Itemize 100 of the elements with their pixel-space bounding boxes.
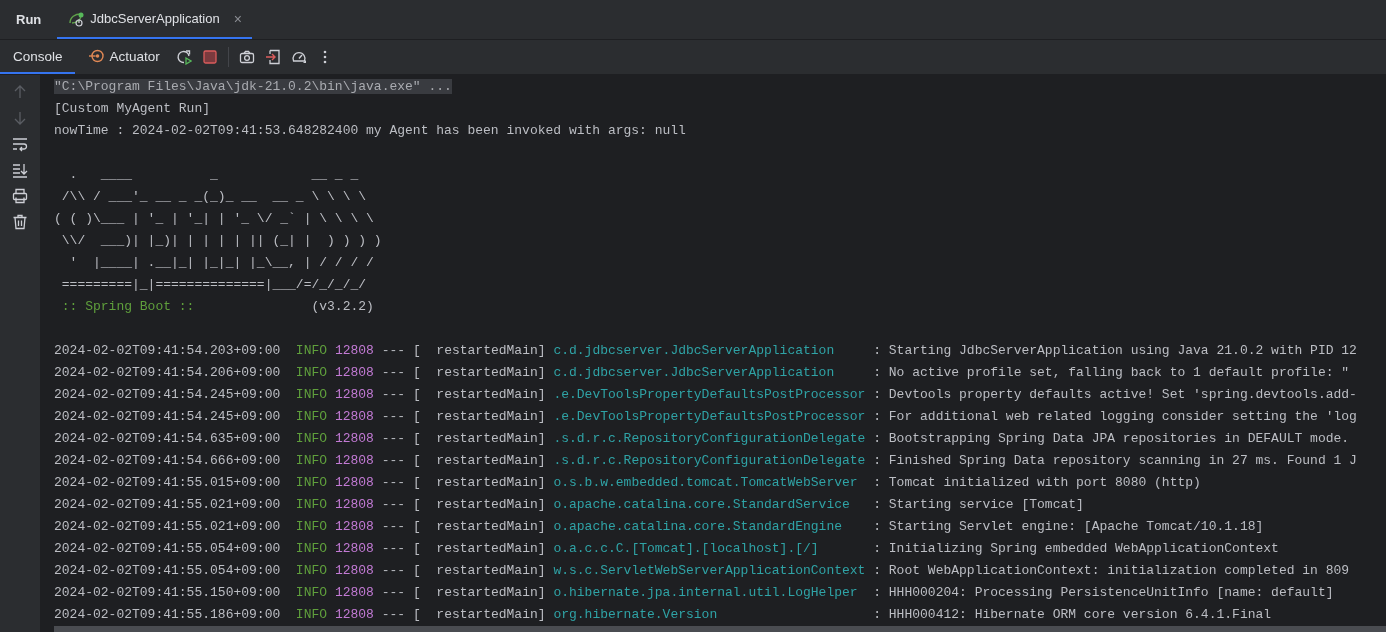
log-separator: ---: [381, 343, 406, 358]
banner-text: . ____ _ __ _ _ /\\ / ___'_ __ _ _(_)_ __ __ _ \ \ \ \ ( ( )\___ | '_ | '_| | '_ \/ _` | \ \ \ \ \\/ ___)| |_)| | | | | || (_| | ) ) ) ) ' |____| .__|_| |_|_| |_\__, | / / / / =========|_|==============|___/=/_/_/_/: [54, 166, 382, 294]
logger-name: .s.d.r.c.RepositoryConfigurationDelegate: [553, 453, 866, 468]
log-message: : For additional web related logging consider setting the 'log: [873, 409, 1357, 424]
log-separator: ---: [381, 585, 406, 600]
thread-name: [ restartedMain]: [412, 607, 546, 622]
logger-name: org.hibernate.Version: [553, 607, 718, 622]
logger-name: o.s.b.w.embedded.tomcat.TomcatWebServer: [553, 475, 858, 490]
log-message: : Starting Servlet engine: [Apache Tomcat/10.1.18]: [873, 519, 1264, 534]
log-separator: ---: [381, 475, 406, 490]
stop-icon[interactable]: [201, 49, 218, 65]
log-separator: ---: [381, 453, 406, 468]
log-message: : HHH000412: Hibernate ORM core version 6.4.1.Final: [873, 607, 1272, 622]
log-level: INFO: [295, 343, 328, 358]
logger-name: c.d.jdbcserver.JdbcServerApplication: [553, 343, 835, 358]
thread-name: [ restartedMain]: [412, 519, 546, 534]
log-level: INFO: [295, 497, 328, 512]
log-level: INFO: [295, 563, 328, 578]
log-message: : No active profile set, falling back to 1 default profile: ": [873, 365, 1350, 380]
process-id: 12808: [334, 519, 374, 534]
process-id: 12808: [334, 343, 374, 358]
log-level: INFO: [295, 475, 328, 490]
log-separator: ---: [381, 607, 406, 622]
log-timestamp: 2024-02-02T09:41:55.054+09:00: [54, 541, 281, 556]
log-timestamp: 2024-02-02T09:41:55.021+09:00: [54, 497, 281, 512]
log-message: : Bootstrapping Spring Data JPA repositories in DEFAULT mode.: [873, 431, 1350, 446]
process-id: 12808: [334, 497, 374, 512]
spring-boot-label: :: Spring Boot ::: [60, 299, 196, 314]
version-label: (v3.2.2): [311, 299, 374, 314]
log-level: INFO: [295, 541, 328, 556]
process-id: 12808: [334, 475, 374, 490]
log-level: INFO: [295, 519, 328, 534]
logger-name: o.apache.catalina.core.StandardService: [553, 497, 850, 512]
log-separator: ---: [381, 563, 406, 578]
trash-icon[interactable]: [12, 214, 28, 230]
logger-name: o.a.c.c.C.[Tomcat].[localhost].[/]: [553, 541, 819, 556]
process-id: 12808: [334, 563, 374, 578]
thread-name: [ restartedMain]: [412, 409, 546, 424]
log-timestamp: 2024-02-02T09:41:54.245+09:00: [54, 409, 281, 424]
exit-icon[interactable]: [264, 49, 281, 65]
leaf-icon: [68, 10, 85, 27]
thread-name: [ restartedMain]: [412, 431, 546, 446]
rerun-icon[interactable]: [175, 49, 192, 65]
log-timestamp: 2024-02-02T09:41:54.635+09:00: [54, 431, 281, 446]
log-timestamp: 2024-02-02T09:41:54.666+09:00: [54, 453, 281, 468]
log-level: INFO: [295, 409, 328, 424]
log-separator: ---: [381, 409, 406, 424]
console-output-line: nowTime : 2024-02-02T09:41:53.648282400 my Agent has been invoked with args: null: [54, 123, 686, 138]
process-id: 12808: [334, 409, 374, 424]
log-separator: ---: [381, 497, 406, 512]
tool-window-title: Run: [16, 12, 42, 27]
log-separator: ---: [381, 365, 406, 380]
logger-name: .e.DevToolsPropertyDefaultsPostProcessor: [553, 387, 866, 402]
thread-name: [ restartedMain]: [412, 387, 546, 402]
log-timestamp: 2024-02-02T09:41:55.054+09:00: [54, 563, 281, 578]
logger-name: .s.d.r.c.RepositoryConfigurationDelegate: [553, 431, 866, 446]
console-tab[interactable]: Actuator: [74, 40, 172, 74]
log-level: INFO: [295, 387, 328, 402]
log-message: : Tomcat initialized with port 8080 (http): [873, 475, 1201, 490]
process-id: 12808: [334, 585, 374, 600]
console-output-line: [Custom MyAgent Run]: [54, 101, 211, 116]
gauge-icon[interactable]: [290, 49, 307, 65]
log-level: INFO: [295, 607, 328, 622]
camera-icon[interactable]: [238, 49, 255, 65]
thread-name: [ restartedMain]: [412, 563, 546, 578]
log-level: INFO: [295, 365, 328, 380]
log-timestamp: 2024-02-02T09:41:54.203+09:00: [54, 343, 281, 358]
logger-name: w.s.c.ServletWebServerApplicationContext: [553, 563, 866, 578]
log-separator: ---: [381, 519, 406, 534]
log-timestamp: 2024-02-02T09:41:55.015+09:00: [54, 475, 281, 490]
log-timestamp: 2024-02-02T09:41:55.021+09:00: [54, 519, 281, 534]
thread-name: [ restartedMain]: [412, 343, 546, 358]
log-timestamp: 2024-02-02T09:41:55.186+09:00: [54, 607, 281, 622]
process-id: 12808: [334, 365, 374, 380]
process-id: 12808: [334, 607, 374, 622]
log-separator: ---: [381, 431, 406, 446]
target-icon: [87, 48, 104, 64]
scroll-to-end-icon[interactable]: [12, 162, 28, 178]
horizontal-scrollbar[interactable]: [54, 626, 1386, 632]
close-icon[interactable]: ×: [233, 10, 242, 27]
logger-name: .e.DevToolsPropertyDefaultsPostProcessor: [553, 409, 866, 424]
thread-name: [ restartedMain]: [412, 497, 546, 512]
soft-wrap-icon[interactable]: [12, 136, 28, 152]
log-level: INFO: [295, 453, 328, 468]
log-message: : Starting JdbcServerApplication using Java 21.0.2 with PID 12: [873, 343, 1357, 358]
log-message: : Devtools property defaults active! Set 'spring.devtools.add-: [873, 387, 1357, 402]
process-id: 12808: [334, 387, 374, 402]
process-id: 12808: [334, 453, 374, 468]
print-icon[interactable]: [12, 188, 28, 204]
log-message: : Initializing Spring embedded WebApplicationContext: [873, 541, 1279, 556]
log-message: : Root WebApplicationContext: initialization completed in 809: [873, 563, 1350, 578]
process-id: 12808: [334, 541, 374, 556]
log-message: : Starting service [Tomcat]: [873, 497, 1084, 512]
log-message: : Finished Spring Data repository scanning in 27 ms. Found 1 J: [873, 453, 1357, 468]
thread-name: [ restartedMain]: [412, 453, 546, 468]
log-timestamp: 2024-02-02T09:41:55.150+09:00: [54, 585, 281, 600]
log-separator: ---: [381, 541, 406, 556]
log-timestamp: 2024-02-02T09:41:54.245+09:00: [54, 387, 281, 402]
thread-name: [ restartedMain]: [412, 365, 546, 380]
logger-name: o.hibernate.jpa.internal.util.LogHelper: [553, 585, 858, 600]
